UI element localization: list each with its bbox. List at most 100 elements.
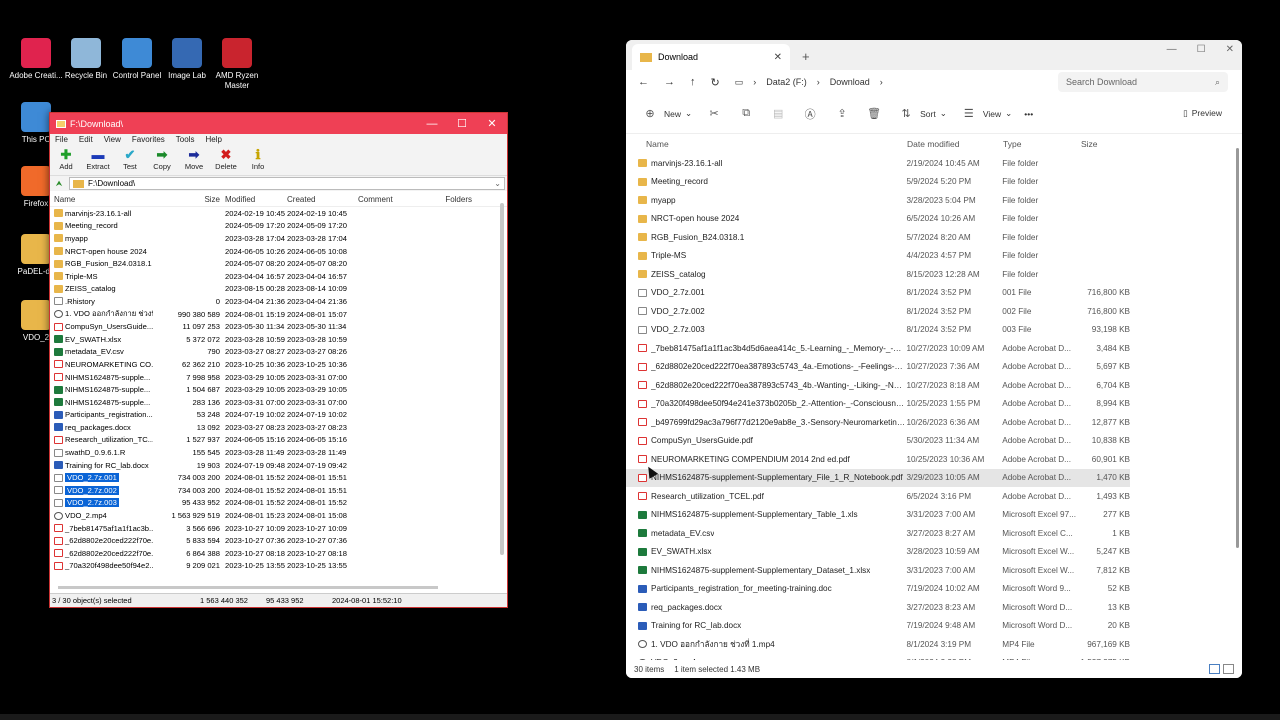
back-icon[interactable]: ← bbox=[638, 76, 649, 88]
list-item[interactable]: _b497699fd29ac3a796f77d2120e9ab8e_3.-Sen… bbox=[626, 413, 1130, 432]
menu-favorites[interactable]: Favorites bbox=[132, 134, 165, 146]
cut-icon[interactable]: ✂ bbox=[704, 107, 724, 120]
column-size[interactable]: Size bbox=[153, 195, 220, 204]
horizontal-scrollbar[interactable] bbox=[58, 586, 438, 589]
details-view-icon[interactable] bbox=[1209, 664, 1220, 674]
tab-download[interactable]: Download ✕ bbox=[632, 44, 790, 70]
up-folder-icon[interactable]: ⮝ bbox=[52, 179, 66, 189]
table-row[interactable]: Meeting_record 2024-05-09 17:20 2024-05-09… bbox=[50, 220, 507, 233]
explorer-window[interactable]: Download ✕ + — ☐ ✕ ← → ↑ ↻ ▭ › Data2 (F:… bbox=[626, 40, 1242, 678]
close-tab-icon[interactable]: ✕ bbox=[774, 52, 782, 63]
list-item[interactable]: metadata_EV.csv 3/27/2023 8:27 AM Microsof… bbox=[626, 524, 1130, 543]
info-button[interactable]: ℹ Info bbox=[245, 148, 271, 175]
table-row[interactable]: 1. VDO ออกกำลังกาย ช่วงที่... 990 380 589… bbox=[50, 308, 507, 321]
table-row[interactable]: NIHMS1624875-supple... 283 136 2023-03-31 … bbox=[50, 396, 507, 409]
list-item[interactable]: NRCT-open house 2024 6/5/2024 10:26 AM Fil… bbox=[626, 210, 1130, 229]
table-row[interactable]: VDO_2.7z.002 734 003 200 2024-08-01 15:52 2… bbox=[50, 484, 507, 497]
delete-icon[interactable]: 🗑 bbox=[864, 107, 884, 120]
search-input[interactable]: Search Download ⌕ bbox=[1058, 72, 1228, 92]
more-options-button[interactable]: ••• bbox=[1024, 109, 1033, 119]
close-button[interactable]: ✕ bbox=[477, 117, 507, 130]
table-row[interactable]: RGB_Fusion_B24.0318.1 2024-05-07 08:20 202… bbox=[50, 257, 507, 270]
column-name[interactable]: Name bbox=[646, 139, 907, 149]
list-item[interactable]: RGB_Fusion_B24.0318.1 5/7/2024 8:20 AM Fil… bbox=[626, 228, 1130, 247]
vertical-scrollbar[interactable] bbox=[1236, 148, 1239, 548]
list-item[interactable]: Meeting_record 5/9/2024 5:20 PM File folde… bbox=[626, 173, 1130, 192]
column-comment[interactable]: Comment bbox=[352, 195, 418, 204]
table-row[interactable]: _7beb81475af1a1f1ac3b... 3 566 696 2023-10… bbox=[50, 522, 507, 535]
table-row[interactable]: Participants_registration... 53 248 2024-0… bbox=[50, 409, 507, 422]
sort-button[interactable]: ⇅ Sort ⌄ bbox=[896, 107, 947, 120]
column-size[interactable]: Size bbox=[1081, 139, 1098, 149]
breadcrumb-download[interactable]: Download bbox=[830, 77, 870, 87]
desktop-icon[interactable]: AMD Ryzen Master bbox=[207, 38, 267, 91]
7zip-title-bar[interactable]: F:\Download\ — ☐ ✕ bbox=[50, 113, 507, 134]
up-icon[interactable]: ↑ bbox=[690, 76, 696, 88]
copy-button[interactable]: ➡ Copy bbox=[149, 148, 175, 175]
list-item[interactable]: _62d8802e20ced222f70ea387893c5743_4b.-Wa… bbox=[626, 376, 1130, 395]
table-row[interactable]: swathD_0.9.6.1.R 155 545 2023-03-28 11:49 2… bbox=[50, 446, 507, 459]
list-item[interactable]: VDO_2.7z.001 8/1/2024 3:52 PM 001 File 716,… bbox=[626, 284, 1130, 303]
preview-button[interactable]: ▯ Preview bbox=[1183, 108, 1222, 119]
table-row[interactable]: VDO_2.7z.001 734 003 200 2024-08-01 15:52 2… bbox=[50, 471, 507, 484]
table-row[interactable]: metadata_EV.csv 790 2023-03-27 08:27 2023-0… bbox=[50, 346, 507, 359]
table-row[interactable]: NIHMS1624875-supple... 7 998 958 2023-03-2… bbox=[50, 371, 507, 384]
list-item[interactable]: EV_SWATH.xlsx 3/28/2023 10:59 AM Microsoft… bbox=[626, 543, 1130, 562]
table-row[interactable]: ZEISS_catalog 2023-08-15 00:28 2023-08-14 … bbox=[50, 283, 507, 296]
column-type[interactable]: Type bbox=[1003, 139, 1081, 149]
chevron-down-icon[interactable]: ⌄ bbox=[494, 179, 504, 188]
list-item[interactable]: myapp 3/28/2023 5:04 PM File folder bbox=[626, 191, 1130, 210]
refresh-icon[interactable]: ↻ bbox=[711, 76, 720, 89]
list-item[interactable]: NIHMS1624875-supplement-Supplementary_Fi… bbox=[626, 468, 1130, 487]
column-date-modified[interactable]: Date modified bbox=[907, 139, 1003, 149]
new-tab-button[interactable]: + bbox=[802, 49, 810, 64]
move-button[interactable]: ➡ Move bbox=[181, 148, 207, 175]
table-row[interactable]: NIHMS1624875-supple... 1 504 687 2023-03-2… bbox=[50, 383, 507, 396]
paste-icon[interactable]: ▤ bbox=[768, 107, 788, 120]
list-item[interactable]: marvinjs-23.16.1-all 2/19/2024 10:45 AM Fi… bbox=[626, 154, 1130, 173]
list-item[interactable]: NIHMS1624875-supplement-Supplementary_Da… bbox=[626, 561, 1130, 580]
new-button[interactable]: ⊕ New ⌄ bbox=[640, 107, 692, 120]
close-button[interactable]: ✕ bbox=[1226, 44, 1234, 55]
table-row[interactable]: VDO_2.mp4 1 563 929 519 2024-08-01 15:23 20… bbox=[50, 509, 507, 522]
list-item[interactable]: NEUROMARKETING COMPENDIUM 2014 2nd ed.pd… bbox=[626, 450, 1130, 469]
list-item[interactable]: req_packages.docx 3/27/2023 8:23 AM Micros… bbox=[626, 598, 1130, 617]
list-item[interactable]: Research_utilization_TCEL.pdf 6/5/2024 3:… bbox=[626, 487, 1130, 506]
list-item[interactable]: _62d8802e20ced222f70ea387893c5743_4a.-Em… bbox=[626, 358, 1130, 377]
table-row[interactable]: CompuSyn_UsersGuide.... 11 097 253 2023-05… bbox=[50, 320, 507, 333]
table-row[interactable]: NRCT-open house 2024 2024-06-05 10:26 2024… bbox=[50, 245, 507, 258]
menu-file[interactable]: File bbox=[55, 134, 68, 146]
list-item[interactable]: _7beb81475af1a1f1ac3b4d5d6aea414c_5.-Lea… bbox=[626, 339, 1130, 358]
monitor-icon[interactable]: ▭ bbox=[735, 77, 744, 88]
view-button[interactable]: ☰ View ⌄ bbox=[959, 107, 1012, 120]
column-name[interactable]: Name bbox=[50, 195, 153, 204]
list-item[interactable]: Training for RC_lab.docx 7/19/2024 9:48 A… bbox=[626, 617, 1130, 636]
table-row[interactable]: marvinjs-23.16.1-all 2024-02-19 10:45 2024… bbox=[50, 207, 507, 220]
maximize-button[interactable]: ☐ bbox=[447, 117, 477, 130]
file-list[interactable]: marvinjs-23.16.1-all 2/19/2024 10:45 AM Fi… bbox=[626, 154, 1242, 672]
breadcrumb-drive[interactable]: Data2 (F:) bbox=[766, 77, 807, 87]
list-item[interactable]: Participants_registration_for_meeting-tr… bbox=[626, 580, 1130, 599]
list-item[interactable]: ZEISS_catalog 8/15/2023 12:28 AM File fold… bbox=[626, 265, 1130, 284]
list-item[interactable]: NIHMS1624875-supplement-Supplementary_Ta… bbox=[626, 506, 1130, 525]
minimize-button[interactable]: — bbox=[1167, 44, 1177, 55]
list-item[interactable]: VDO_2.7z.003 8/1/2024 3:52 PM 003 File 93,1… bbox=[626, 321, 1130, 340]
maximize-button[interactable]: ☐ bbox=[1197, 44, 1206, 55]
7zip-window[interactable]: F:\Download\ — ☐ ✕ File Edit View Favorites… bbox=[49, 112, 508, 608]
menu-tools[interactable]: Tools bbox=[176, 134, 195, 146]
file-list[interactable]: marvinjs-23.16.1-all 2024-02-19 10:45 2024… bbox=[50, 207, 507, 572]
menu-edit[interactable]: Edit bbox=[79, 134, 93, 146]
forward-icon[interactable]: → bbox=[664, 76, 675, 88]
address-input[interactable]: F:\Download\ ⌄ bbox=[69, 177, 505, 190]
copy-icon[interactable]: ⧉ bbox=[736, 107, 756, 120]
extract-button[interactable]: ▬ Extract bbox=[85, 148, 111, 175]
add-button[interactable]: ✚ Add bbox=[53, 148, 79, 175]
list-item[interactable]: 1. VDO ออกกำลังกาย ช่วงที่ 1.mp4 8/1/2024… bbox=[626, 635, 1130, 654]
column-modified[interactable]: Modified bbox=[220, 195, 286, 204]
column-created[interactable]: Created bbox=[286, 195, 352, 204]
minimize-button[interactable]: — bbox=[417, 118, 447, 130]
test-button[interactable]: ✔ Test bbox=[117, 148, 143, 175]
table-row[interactable]: myapp 2023-03-28 17:04 2023-03-28 17:04 bbox=[50, 232, 507, 245]
table-row[interactable]: req_packages.docx 13 092 2023-03-27 08:23 2… bbox=[50, 421, 507, 434]
tiles-view-icon[interactable] bbox=[1223, 664, 1234, 674]
